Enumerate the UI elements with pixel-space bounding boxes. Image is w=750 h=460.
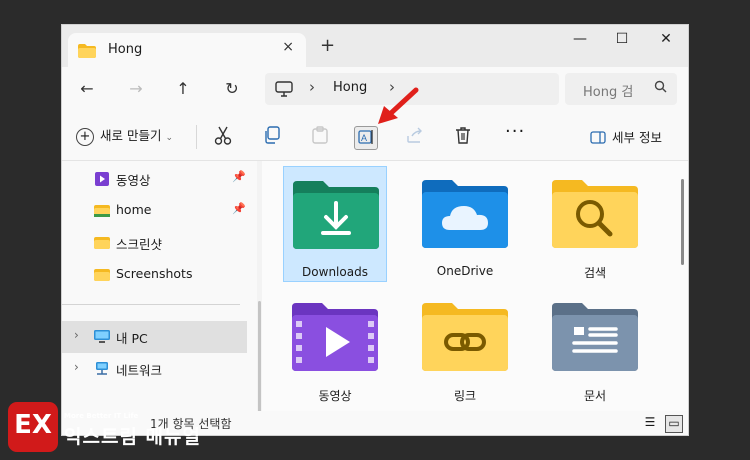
sidebar-item-network[interactable]: › 네트워크 bbox=[62, 355, 247, 383]
sidebar-item-screenshots-ko[interactable]: 스크린샷 bbox=[62, 229, 247, 257]
links-folder-icon bbox=[422, 303, 508, 371]
this-pc-icon bbox=[94, 329, 110, 348]
chevron-right-icon[interactable]: › bbox=[74, 360, 79, 374]
navigation-pane: 동영상 📌 home 📌 스크린샷 Screenshots › 내 PC › 네… bbox=[62, 161, 261, 435]
minimize-button[interactable]: — bbox=[570, 31, 590, 47]
tile-label: 링크 bbox=[453, 389, 477, 403]
search-placeholder: Hong 검 bbox=[583, 85, 634, 100]
maximize-button[interactable]: ☐ bbox=[612, 31, 632, 47]
details-button[interactable]: 세부 정보 bbox=[590, 127, 662, 147]
new-tab-button[interactable]: + bbox=[320, 35, 335, 56]
tile-onedrive[interactable]: OneDrive bbox=[413, 166, 517, 282]
downloads-folder-icon bbox=[293, 181, 379, 249]
cut-icon[interactable] bbox=[212, 126, 234, 148]
svg-text:A: A bbox=[361, 133, 367, 143]
tab-title: Hong bbox=[108, 42, 143, 57]
content-scrollbar[interactable] bbox=[681, 179, 684, 265]
details-view-icon[interactable]: ☰ bbox=[642, 415, 658, 431]
sidebar-item-this-pc[interactable]: › 내 PC bbox=[62, 321, 247, 353]
annotation-arrow-icon bbox=[378, 87, 419, 124]
copy-icon[interactable] bbox=[261, 126, 283, 148]
logo-tagline: More Better IT Life bbox=[64, 412, 139, 420]
plus-icon: + bbox=[76, 127, 94, 146]
details-pane-icon bbox=[590, 130, 606, 147]
tile-documents[interactable]: 문서 bbox=[543, 289, 647, 405]
videos-folder-icon bbox=[292, 303, 378, 371]
tile-label: 동영상 bbox=[318, 389, 352, 403]
new-button[interactable]: + 새로 만들기 ⌄ bbox=[76, 125, 173, 146]
sidebar-item-label: 내 PC bbox=[116, 331, 148, 346]
details-label: 세부 정보 bbox=[612, 130, 662, 145]
sidebar-item-screenshots[interactable]: Screenshots bbox=[62, 261, 247, 289]
sidebar-item-label: 스크린샷 bbox=[116, 237, 163, 252]
folder-icon bbox=[94, 267, 110, 286]
paste-icon[interactable] bbox=[309, 126, 331, 148]
watermark-logo: EX More Better IT Life 익스트림 매뉴얼 bbox=[4, 402, 244, 456]
delete-icon[interactable] bbox=[452, 126, 474, 148]
tab-close-icon[interactable]: × bbox=[282, 39, 294, 55]
tile-links[interactable]: 링크 bbox=[413, 289, 517, 405]
file-view: Downloads OneDrive 검색 동영상 링크 문서 bbox=[262, 161, 688, 411]
tile-searches[interactable]: 검색 bbox=[543, 166, 647, 282]
onedrive-folder-icon bbox=[422, 180, 508, 248]
network-icon bbox=[94, 361, 110, 381]
new-button-label: 새로 만들기 bbox=[100, 128, 162, 143]
chevron-down-icon: ⌄ bbox=[165, 133, 174, 143]
search-folder-icon bbox=[552, 180, 638, 248]
tile-label: Downloads bbox=[302, 265, 368, 279]
forward-button[interactable]: → bbox=[126, 79, 146, 98]
tile-label: 문서 bbox=[583, 389, 607, 403]
tile-downloads[interactable]: Downloads bbox=[283, 166, 387, 282]
tab-hong[interactable]: Hong × bbox=[68, 33, 306, 69]
search-icon bbox=[654, 80, 667, 97]
up-button[interactable]: ↑ bbox=[173, 79, 193, 98]
sidebar-item-label: 네트워크 bbox=[116, 363, 163, 378]
divider bbox=[62, 304, 240, 305]
tab-bar: Hong × + — ☐ ✕ bbox=[62, 25, 688, 69]
folder-icon bbox=[78, 43, 96, 62]
pin-icon: 📌 bbox=[232, 202, 246, 215]
sidebar-item-home[interactable]: home 📌 bbox=[62, 197, 247, 225]
chevron-right-icon[interactable]: › bbox=[74, 328, 79, 342]
video-folder-icon bbox=[94, 171, 110, 191]
documents-folder-icon bbox=[552, 303, 638, 371]
logo-mark: EX bbox=[8, 402, 58, 452]
sidebar-item-label: home bbox=[116, 202, 152, 217]
tiles-view-icon[interactable]: ▭ bbox=[665, 415, 683, 433]
sidebar-item-label: 동영상 bbox=[116, 173, 151, 188]
more-options-button[interactable]: ··· bbox=[505, 121, 525, 142]
sidebar-item-videos[interactable]: 동영상 📌 bbox=[62, 165, 247, 193]
tile-label: OneDrive bbox=[436, 264, 494, 278]
breadcrumb-hong[interactable]: Hong bbox=[333, 80, 367, 95]
back-button[interactable]: ← bbox=[77, 79, 97, 98]
tile-videos[interactable]: 동영상 bbox=[283, 289, 387, 405]
chevron-right-icon: › bbox=[309, 78, 315, 96]
logo-name: 익스트림 매뉴얼 bbox=[64, 426, 201, 448]
search-box[interactable]: Hong 검 bbox=[565, 73, 677, 105]
folder-icon bbox=[94, 235, 110, 254]
pin-icon: 📌 bbox=[232, 170, 246, 183]
tile-label: 검색 bbox=[583, 266, 607, 280]
this-pc-icon bbox=[275, 81, 293, 101]
divider bbox=[196, 125, 197, 149]
sidebar-item-label: Screenshots bbox=[116, 266, 193, 281]
folder-icon bbox=[94, 203, 110, 222]
refresh-button[interactable]: ↻ bbox=[222, 79, 242, 98]
close-button[interactable]: ✕ bbox=[656, 31, 676, 47]
